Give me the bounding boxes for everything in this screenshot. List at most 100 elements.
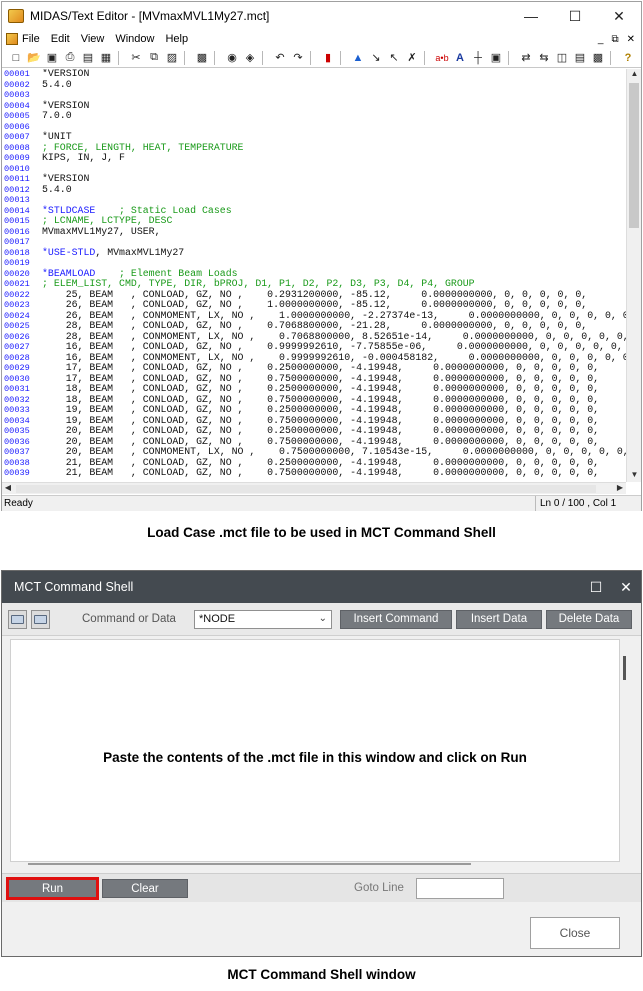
scroll-down-icon[interactable]: ▼ [627,470,642,482]
text-editor-window: MIDAS/Text Editor - [MVmaxMVL1My27.mct] … [1,1,642,511]
replace-icon[interactable]: ◈ [242,50,258,66]
vertical-scrollbar[interactable]: ▲ ▼ [626,69,641,482]
print-icon[interactable]: ⎙ [62,50,78,66]
window-back-icon[interactable]: ⇄ [518,50,534,66]
code-text: 7.0.0 [42,110,72,121]
editor-titlebar: MIDAS/Text Editor - [MVmaxMVL1My27.mct] … [2,2,641,30]
scroll-up-icon[interactable]: ▲ [627,69,642,81]
paste-icon[interactable]: ▨ [164,50,180,66]
fit-icon[interactable]: ▣ [488,50,504,66]
mdi-close-icon[interactable]: ✕ [627,34,635,45]
line-number: 00023 [4,300,30,310]
shell-maximize-icon[interactable]: ☐ [581,579,611,596]
line-number: 00025 [4,321,30,331]
code-text: 20, BEAM , CONMOMENT, LX, NO , 0.7500000… [42,446,626,457]
tile-horizontal-icon[interactable]: ▤ [572,50,588,66]
code-lines: 00001 *VERSION 00002 5.4.0 00003 00004 *VERSIO… [2,69,626,479]
scrollbar-thumb[interactable] [629,83,639,228]
line-number: 00015 [4,216,30,226]
mdi-restore-icon[interactable]: ⧉ [611,34,618,45]
crosshair-icon[interactable]: ┼ [470,50,486,66]
insert-command-button[interactable]: Insert Command [339,609,452,629]
tile-vertical-icon[interactable]: ◫ [554,50,570,66]
line-number: 00008 [4,142,30,153]
clear-button[interactable]: Clear [102,879,188,898]
clear-bookmarks-icon[interactable]: ✗ [404,50,420,66]
code-line: 00018 *USE-STLD, MVmaxMVL1My27 [2,246,626,259]
line-number: 00024 [4,310,30,321]
delete-data-button[interactable]: Delete Data [545,609,632,629]
code-text: 5.4.0 [42,78,72,90]
line-number: 00016 [4,226,30,237]
column-icon[interactable]: ▩ [194,50,210,66]
close-icon[interactable]: ✕ [597,8,641,25]
code-line: 00010 [2,164,626,175]
shell-toolbar: Command or Data *NODE ⌄ Insert Command I… [2,603,641,636]
line-number: 00032 [4,394,30,405]
toggle-bookmark-icon[interactable]: ▲ [350,50,366,66]
bookmark-icon[interactable]: ▮ [320,50,336,66]
cursor-position: Ln 0 / 100 , Col 1 [535,496,641,511]
page-setup-icon[interactable]: ▦ [98,50,114,66]
shell-close-icon[interactable]: ✕ [611,579,641,596]
menu-window[interactable]: Window [115,33,154,45]
open-folder-icon[interactable]: 📂 [26,50,42,66]
menu-view[interactable]: View [81,33,105,45]
case-icon[interactable]: a•b [434,50,450,66]
code-text: , MVmaxMVL1My27 [95,246,185,258]
copy-icon[interactable]: ⧉ [146,50,162,66]
scroll-right-icon[interactable]: ▶ [614,483,626,495]
shell-titlebar: MCT Command Shell ☐ ✕ [2,571,641,603]
open-mct-folder-icon[interactable] [31,609,50,629]
code-text: 17, BEAM , CONLOAD, GZ, NO , 0.250000000… [42,362,600,373]
editor-text-area[interactable]: 00001 *VERSION 00002 5.4.0 00003 00004 *VERSIO… [2,69,626,482]
line-number: 00003 [4,90,30,100]
command-text-area[interactable]: Paste the contents of the .mct file in t… [10,639,620,862]
line-number: 00009 [4,153,30,163]
line-number: 00019 [4,258,30,268]
undo-icon[interactable]: ↶ [272,50,288,66]
open-folder-icon[interactable] [8,609,27,629]
toolbar-separator [262,50,268,65]
hscrollbar-thumb[interactable] [16,485,596,493]
line-number: 00036 [4,436,30,447]
find-icon[interactable]: ◉ [224,50,240,66]
status-bar: Ready Ln 0 / 100 , Col 1 [2,495,641,511]
menu-help[interactable]: Help [165,33,188,45]
menu-edit[interactable]: Edit [51,33,70,45]
goto-line-input[interactable] [416,878,504,899]
window-forward-icon[interactable]: ⇆ [536,50,552,66]
toolbar-separator [184,50,190,65]
cascade-icon[interactable]: ▩ [590,50,606,66]
toolbar-separator [610,50,616,65]
cut-icon[interactable]: ✂ [128,50,144,66]
shell-vertical-scrollbar[interactable] [623,656,626,680]
prev-bookmark-icon[interactable]: ↖ [386,50,402,66]
toolbar-separator [340,50,346,65]
horizontal-scrollbar[interactable]: ◀ ▶ [2,482,626,494]
shell-title: MCT Command Shell [14,580,134,594]
scroll-left-icon[interactable]: ◀ [2,483,14,495]
close-button[interactable]: Close [530,917,620,949]
command-select[interactable]: *NODE ⌄ [193,609,332,629]
toolbar-separator [508,50,514,65]
run-button[interactable]: Run [6,877,99,900]
editor-toolbar: □ 📂 ▣ ⎙ ▤ ▦ ✂ ⧉ ▨ ▩ ◉ ◈ ↶ ↷ ▮ ▲ ↘ ↖ ✗ a•… [2,48,641,68]
shell-horizontal-scrollbar[interactable] [28,863,471,865]
insert-data-button[interactable]: Insert Data [455,609,542,629]
mdi-minimize-icon[interactable]: _ [598,34,604,45]
editor-title: MIDAS/Text Editor - [MVmaxMVL1My27.mct] [30,9,270,23]
minimize-icon[interactable]: — [509,8,553,24]
maximize-icon[interactable]: ☐ [553,8,597,25]
next-bookmark-icon[interactable]: ↘ [368,50,384,66]
print-preview-icon[interactable]: ▤ [80,50,96,66]
redo-icon[interactable]: ↷ [290,50,306,66]
new-file-icon[interactable]: □ [8,50,24,66]
line-number: 00038 [4,457,30,468]
code-text: 18, BEAM , CONLOAD, GZ, NO , 0.250000000… [42,383,600,394]
line-number: 00007 [4,132,30,142]
font-icon[interactable]: A [452,50,468,66]
save-icon[interactable]: ▣ [44,50,60,66]
menu-file[interactable]: File [22,33,40,45]
help-icon[interactable]: ? [620,50,636,66]
